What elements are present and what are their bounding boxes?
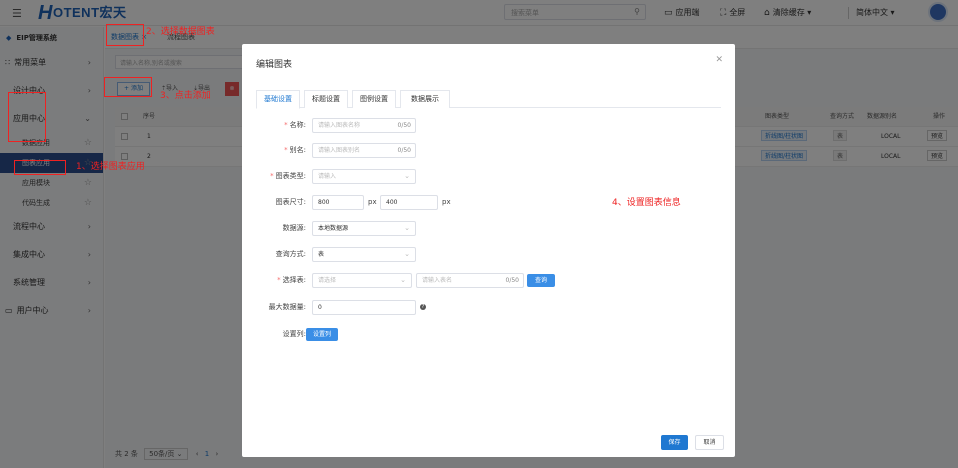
app-window: ☰ HOTENT宏天 搜索菜单⚲ ▭应用端 ⛶全屏 ⌂清除缓存 ▾ 简体中文 ▾… (0, 0, 958, 468)
tab-legend-settings[interactable]: 图例设置 (352, 90, 396, 108)
name-row: * 名称: 请输入图表名称 0/50 (242, 118, 732, 133)
chevron-down-icon: ⌄ (404, 172, 410, 180)
query-mode-row: 查询方式: 表 ⌄ (242, 247, 732, 262)
datasource-select[interactable]: 本地数据源 ⌄ (312, 221, 416, 236)
query-button[interactable]: 查询 (527, 274, 555, 287)
highlight-box-tab (106, 24, 144, 46)
query-mode-select[interactable]: 表 ⌄ (312, 247, 416, 262)
annotation-1: 1、选择图表应用 (76, 162, 145, 172)
annotation-2: 2、选择数据图表 (146, 27, 215, 37)
highlight-box-chart-app (14, 160, 66, 175)
dialog-title: 编辑图表 (256, 60, 293, 70)
tab-title-settings[interactable]: 标题设置 (304, 90, 348, 108)
chart-type-label: * 图表类型: (270, 172, 306, 180)
highlight-box-add (104, 77, 152, 97)
max-data-label: 最大数据量: (268, 303, 306, 311)
select-table-row: * 选择表: 请选择 ⌄ 请输入表名 0/50 查询 (242, 273, 732, 288)
alias-row: * 别名: 请输入图表别名 0/50 (242, 143, 732, 158)
table-name-count: 0/50 (505, 277, 519, 284)
columns-row: 设置列: 设置列 (242, 327, 732, 342)
width-unit: px (368, 198, 377, 206)
datasource-label: 数据源: (282, 224, 306, 232)
chevron-down-icon: ⌄ (400, 276, 406, 284)
max-data-input[interactable]: 0 (312, 300, 416, 315)
chevron-down-icon: ⌄ (404, 224, 410, 232)
chart-type-select[interactable]: 请输入 ⌄ (312, 169, 416, 184)
edit-chart-dialog: 编辑图表 ✕ 基础设置 标题设置 图例设置 数据展示 * 名称: 请输入图表名称 0… (242, 44, 735, 457)
highlight-box-app-center (8, 92, 46, 142)
table-select[interactable]: 请选择 ⌄ (312, 273, 412, 288)
select-table-label: * 选择表: (277, 276, 306, 284)
tab-basic[interactable]: 基础设置 (256, 90, 300, 109)
query-mode-label: 查询方式: (275, 250, 306, 258)
cancel-button[interactable]: 取消 (695, 435, 724, 450)
help-icon[interactable]: ? (420, 304, 426, 310)
alias-input[interactable]: 请输入图表别名 0/50 (312, 143, 416, 158)
height-unit: px (442, 198, 451, 206)
name-input[interactable]: 请输入图表名称 0/50 (312, 118, 416, 133)
name-label: * 名称: (284, 121, 306, 129)
alias-label: * 别名: (284, 146, 306, 154)
annotation-3: 3、点击添加 (160, 91, 211, 101)
annotation-4: 4、设置图表信息 (612, 198, 681, 208)
columns-label: 设置列: (282, 330, 306, 338)
chevron-down-icon: ⌄ (404, 250, 410, 258)
width-input[interactable]: 800 (312, 195, 364, 210)
table-name-input[interactable]: 请输入表名 0/50 (416, 273, 524, 288)
tab-data-display[interactable]: 数据展示 (400, 90, 450, 108)
name-count: 0/50 (397, 122, 411, 129)
chart-type-row: * 图表类型: 请输入 ⌄ (242, 169, 732, 184)
datasource-row: 数据源: 本地数据源 ⌄ (242, 221, 732, 236)
max-data-row: 最大数据量: 0 ? (242, 300, 732, 315)
alias-count: 0/50 (397, 147, 411, 154)
height-input[interactable]: 400 (380, 195, 438, 210)
set-columns-button[interactable]: 设置列 (306, 328, 338, 341)
size-label: 图表尺寸: (275, 198, 306, 206)
dialog-tabs: 基础设置 标题设置 图例设置 数据展示 (256, 90, 721, 109)
close-icon[interactable]: ✕ (715, 55, 723, 65)
save-button[interactable]: 保存 (661, 435, 688, 450)
